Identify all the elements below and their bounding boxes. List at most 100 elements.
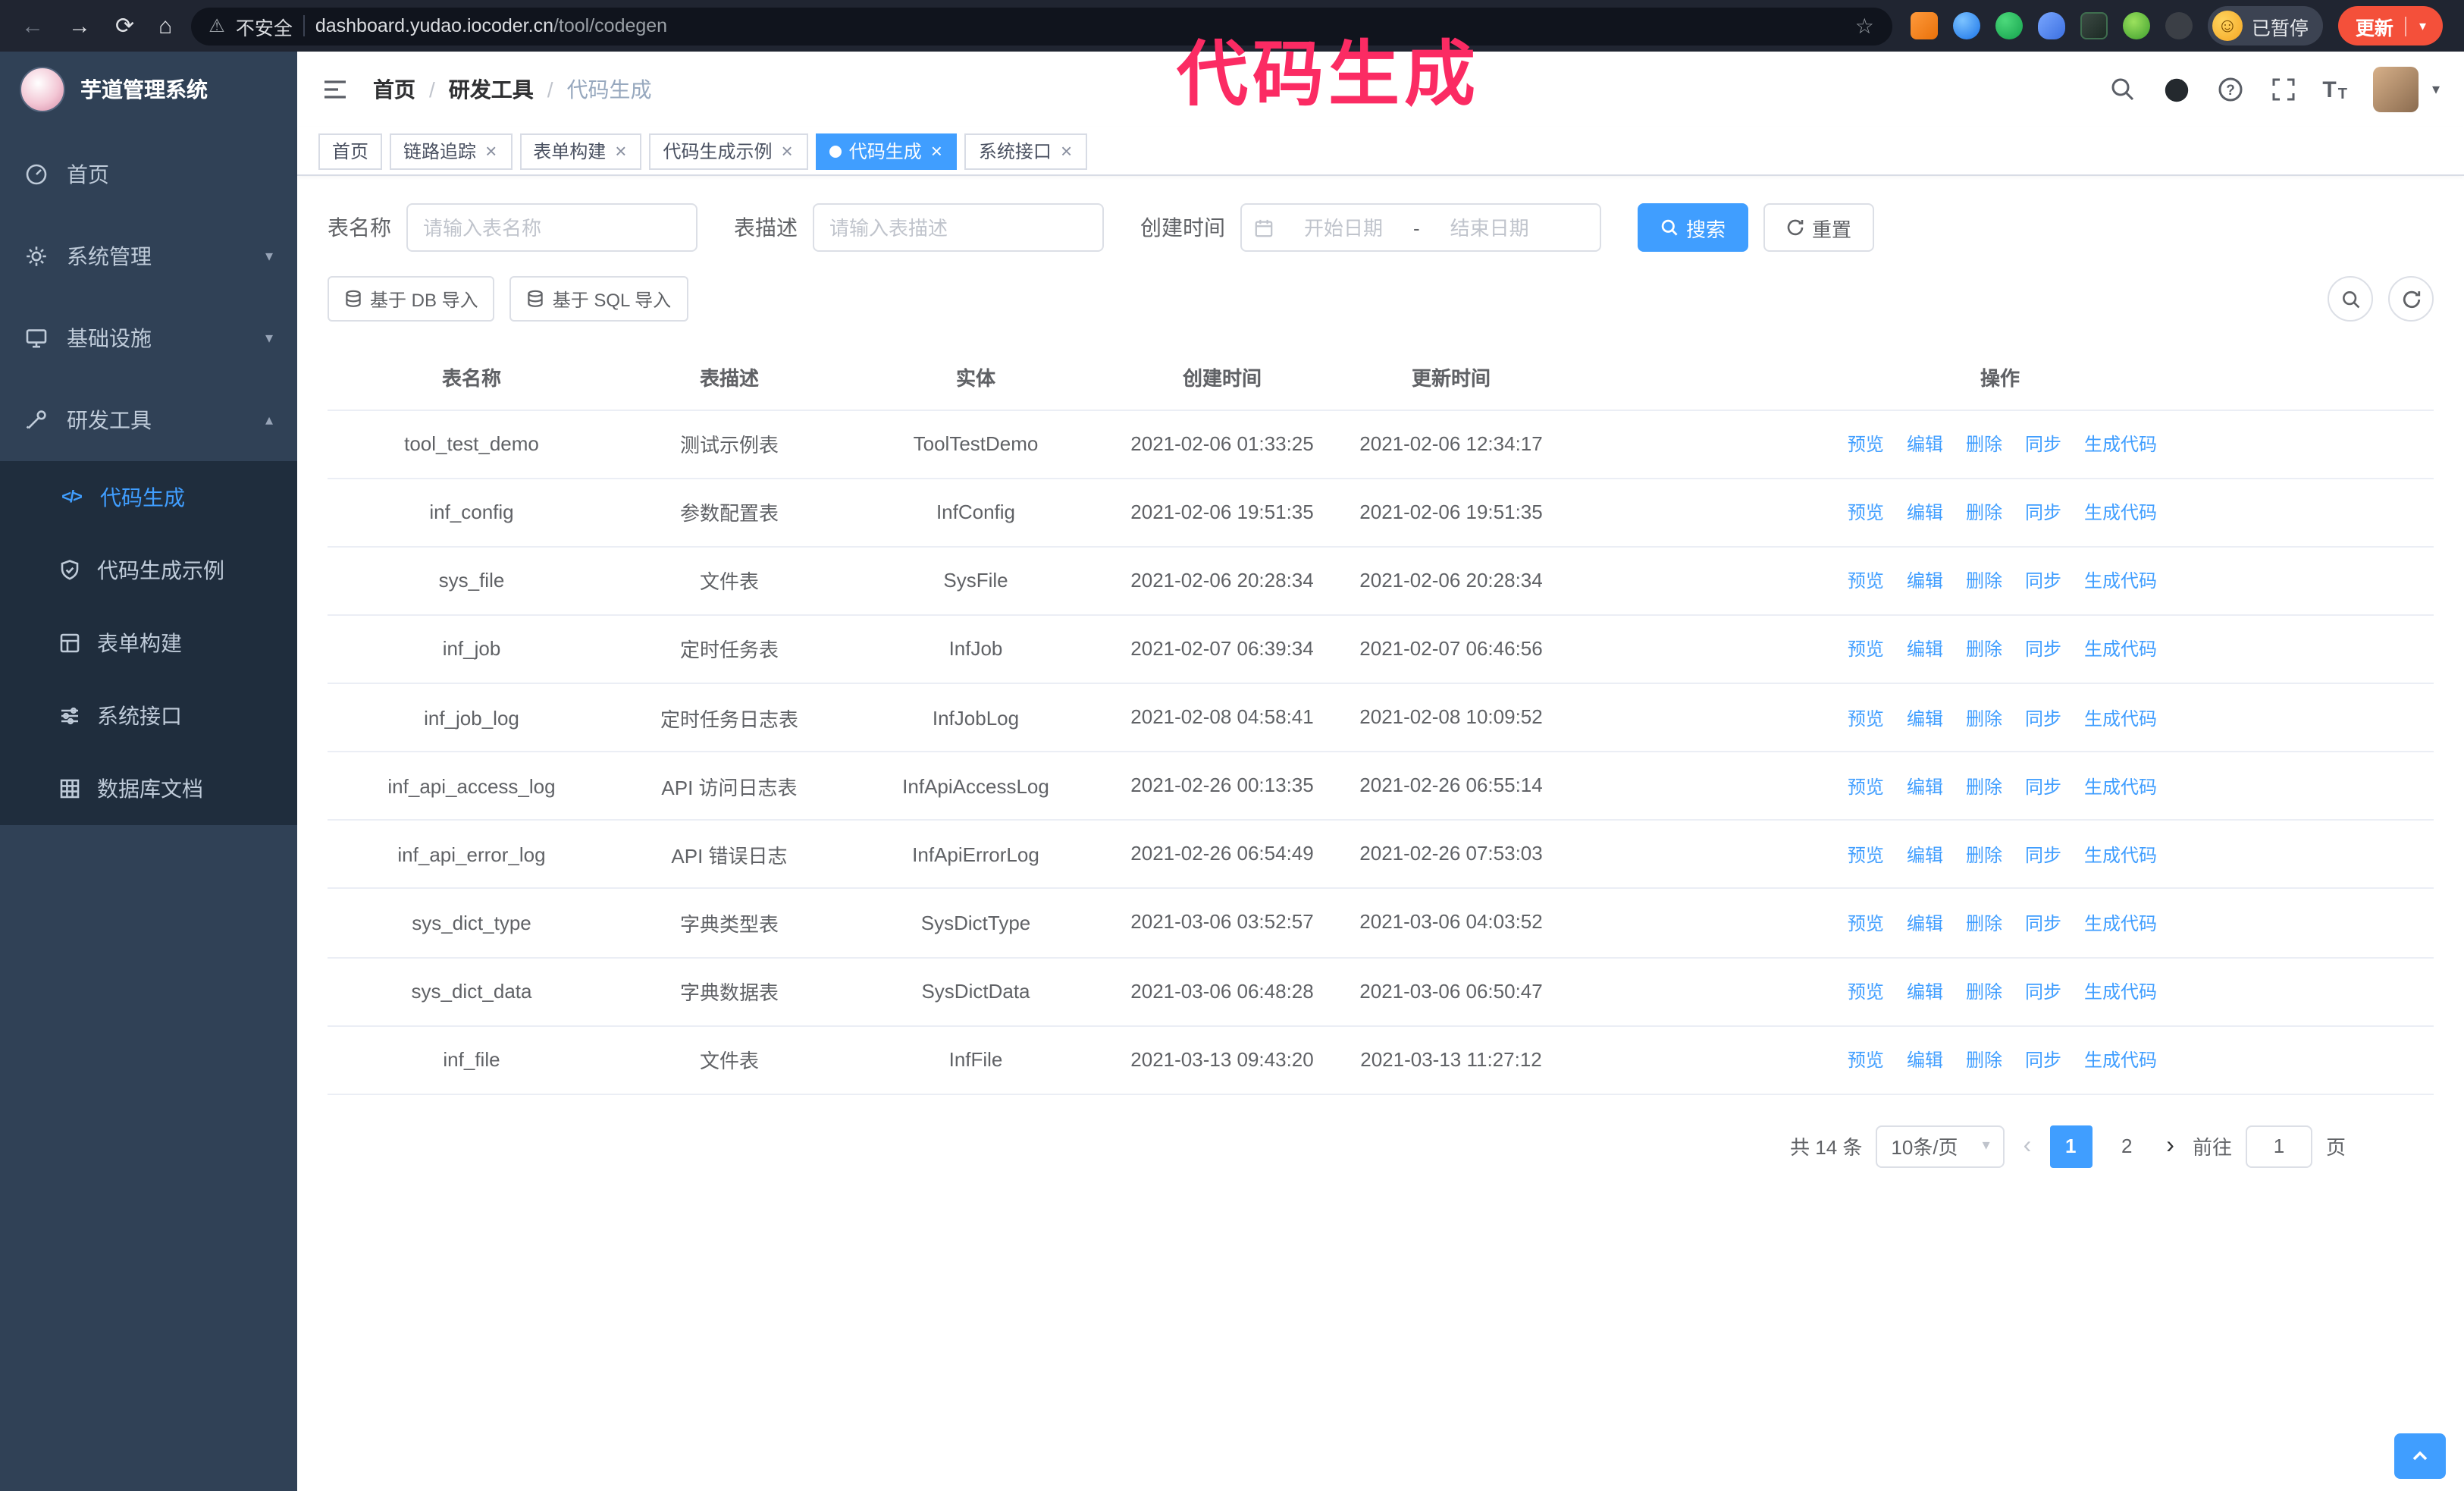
close-icon[interactable]: × (484, 141, 498, 161)
paused-badge[interactable]: ☺ 已暂停 (2207, 6, 2324, 46)
generate-code-link[interactable]: 生成代码 (2080, 705, 2157, 730)
fullscreen-icon[interactable] (2269, 76, 2296, 103)
sidebar-item-home[interactable]: 首页 (0, 133, 297, 215)
update-button[interactable]: 更新 ▾ (2338, 6, 2443, 46)
extension-icon-orange[interactable] (1910, 12, 1938, 39)
preview-link[interactable]: 预览 (1843, 910, 1884, 936)
sidebar-item-form-builder[interactable]: 表单构建 (0, 607, 297, 680)
chevron-down-icon[interactable]: ▾ (2432, 81, 2440, 98)
search-icon[interactable] (2108, 76, 2136, 103)
delete-link[interactable]: 删除 (1961, 568, 2002, 594)
goto-page-input[interactable] (2245, 1125, 2312, 1168)
sidebar-item-system-api[interactable]: 系统接口 (0, 680, 297, 752)
generate-code-link[interactable]: 生成代码 (2080, 636, 2157, 662)
edit-link[interactable]: 编辑 (1902, 1047, 1943, 1073)
close-icon[interactable]: × (929, 141, 944, 161)
tab-form-builder[interactable]: 表单构建 × (519, 133, 642, 169)
reset-button[interactable]: 重置 (1763, 203, 1875, 252)
preview-link[interactable]: 预览 (1843, 842, 1884, 868)
sidebar-item-codegen-example[interactable]: 代码生成示例 (0, 534, 297, 607)
delete-link[interactable]: 删除 (1961, 705, 2002, 730)
preview-link[interactable]: 预览 (1843, 568, 1884, 594)
delete-link[interactable]: 删除 (1961, 910, 2002, 936)
date-start-input[interactable] (1280, 215, 1407, 240)
edit-link[interactable]: 编辑 (1902, 636, 1943, 662)
tab-home[interactable]: 首页 (318, 133, 383, 169)
edit-link[interactable]: 编辑 (1902, 842, 1943, 868)
sync-link[interactable]: 同步 (2020, 910, 2061, 936)
sync-link[interactable]: 同步 (2020, 636, 2061, 662)
page-1-button[interactable]: 1 (2049, 1125, 2093, 1168)
chevron-down-icon[interactable]: ▾ (2419, 17, 2426, 34)
sync-link[interactable]: 同步 (2020, 978, 2061, 1004)
sidebar-item-devtools[interactable]: 研发工具 ▴ (0, 379, 297, 461)
preview-link[interactable]: 预览 (1843, 636, 1884, 662)
edit-link[interactable]: 编辑 (1902, 705, 1943, 730)
sync-link[interactable]: 同步 (2020, 499, 2061, 525)
preview-link[interactable]: 预览 (1843, 978, 1884, 1004)
user-avatar[interactable] (2372, 67, 2419, 112)
generate-code-link[interactable]: 生成代码 (2080, 842, 2157, 868)
delete-link[interactable]: 删除 (1961, 499, 2002, 525)
home-icon[interactable]: ⌂ (158, 14, 172, 37)
sidebar-item-system[interactable]: 系统管理 ▾ (0, 215, 297, 297)
generate-code-link[interactable]: 生成代码 (2080, 499, 2157, 525)
edit-link[interactable]: 编辑 (1902, 431, 1943, 457)
help-icon[interactable]: ? (2216, 76, 2243, 103)
edit-link[interactable]: 编辑 (1902, 978, 1943, 1004)
sync-link[interactable]: 同步 (2020, 1047, 2061, 1073)
edit-link[interactable]: 编辑 (1902, 499, 1943, 525)
import-sql-button[interactable]: 基于 SQL 导入 (509, 276, 688, 322)
address-bar[interactable]: ⚠ 不安全 dashboard.yudao.iocoder.cn/tool/co… (190, 7, 1892, 45)
sync-link[interactable]: 同步 (2020, 705, 2061, 730)
next-page-button[interactable]: › (2161, 1133, 2179, 1160)
extension-icon-leaf[interactable] (2122, 12, 2150, 39)
back-icon[interactable]: ← (21, 14, 44, 37)
preview-link[interactable]: 预览 (1843, 774, 1884, 799)
generate-code-link[interactable]: 生成代码 (2080, 1047, 2157, 1073)
preview-link[interactable]: 预览 (1843, 705, 1884, 730)
sidebar-toggle[interactable] (321, 76, 349, 103)
sidebar-item-infra[interactable]: 基础设施 ▾ (0, 297, 297, 379)
generate-code-link[interactable]: 生成代码 (2080, 910, 2157, 936)
close-icon[interactable]: × (780, 141, 795, 161)
tab-trace[interactable]: 链路追踪 × (390, 133, 513, 169)
preview-link[interactable]: 预览 (1843, 1047, 1884, 1073)
generate-code-link[interactable]: 生成代码 (2080, 774, 2157, 799)
delete-link[interactable]: 删除 (1961, 1047, 2002, 1073)
reload-icon[interactable]: ⟳ (115, 14, 134, 37)
preview-link[interactable]: 预览 (1843, 431, 1884, 457)
sync-link[interactable]: 同步 (2020, 568, 2061, 594)
extension-icon-screenshot[interactable] (2080, 12, 2108, 39)
sync-link[interactable]: 同步 (2020, 774, 2061, 799)
forward-icon[interactable]: → (68, 14, 91, 37)
close-icon[interactable]: × (613, 141, 628, 161)
font-size-icon[interactable]: TT (2322, 77, 2347, 102)
delete-link[interactable]: 删除 (1961, 978, 2002, 1004)
generate-code-link[interactable]: 生成代码 (2080, 568, 2157, 594)
page-2-button[interactable]: 2 (2105, 1125, 2148, 1168)
close-icon[interactable]: × (1059, 141, 1074, 161)
sync-link[interactable]: 同步 (2020, 431, 2061, 457)
back-to-top-button[interactable] (2394, 1433, 2446, 1479)
create-time-range[interactable]: - (1240, 203, 1601, 252)
page-size-select[interactable]: 10条/页 ▾ (1876, 1125, 2005, 1168)
edit-link[interactable]: 编辑 (1902, 774, 1943, 799)
edit-link[interactable]: 编辑 (1902, 568, 1943, 594)
delete-link[interactable]: 删除 (1961, 636, 2002, 662)
date-end-input[interactable] (1425, 215, 1553, 240)
table-desc-input[interactable] (813, 203, 1104, 252)
extension-icon-people[interactable] (2037, 12, 2065, 39)
delete-link[interactable]: 删除 (1961, 842, 2002, 868)
table-name-input[interactable] (406, 203, 698, 252)
tab-codegen[interactable]: 代码生成 × (815, 133, 958, 169)
sync-link[interactable]: 同步 (2020, 842, 2061, 868)
tab-system-api[interactable]: 系统接口 × (964, 133, 1088, 169)
github-icon[interactable] (2161, 75, 2190, 104)
extension-icon-green-check[interactable] (1995, 12, 2023, 39)
generate-code-link[interactable]: 生成代码 (2080, 431, 2157, 457)
import-db-button[interactable]: 基于 DB 导入 (328, 276, 495, 322)
search-button[interactable]: 搜索 (1638, 203, 1749, 252)
toggle-search-button[interactable] (2328, 276, 2373, 322)
bookmark-star-icon[interactable]: ☆ (1855, 13, 1874, 39)
